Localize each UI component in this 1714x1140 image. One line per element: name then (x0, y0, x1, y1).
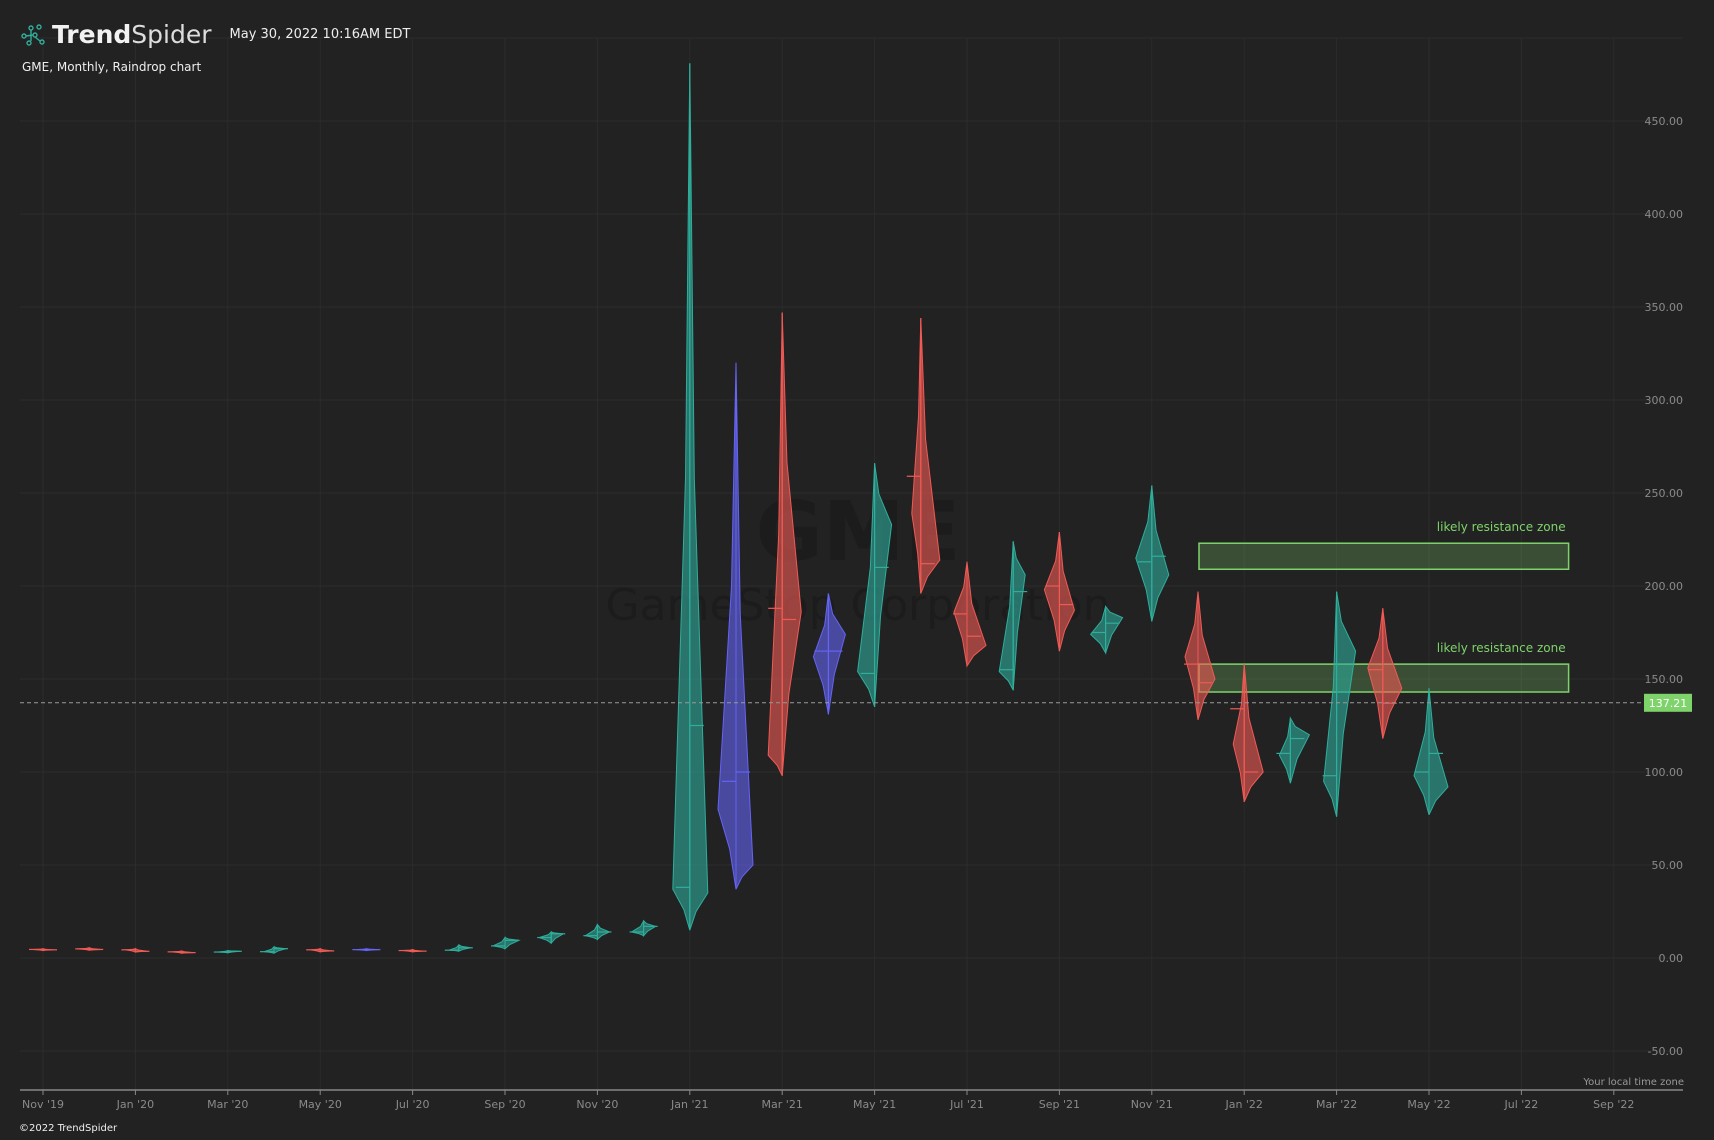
y-tick-label: 50.00 (1652, 859, 1684, 872)
y-tick-label: 150.00 (1645, 673, 1684, 686)
chart-subtitle: GME, Monthly, Raindrop chart (22, 60, 202, 74)
x-tick-label: Mar '20 (207, 1098, 248, 1111)
x-tick-label: Sep '22 (1593, 1098, 1634, 1111)
raindrop-left-half (1367, 608, 1384, 739)
raindrop-right-half (1336, 591, 1357, 817)
y-tick-label: 250.00 (1645, 487, 1684, 500)
x-tick-label: Mar '22 (1316, 1098, 1357, 1111)
trendspider-logo[interactable]: TrendSpider (20, 20, 212, 49)
x-tick-label: Jul '20 (395, 1098, 430, 1111)
raindrop-aug-20[interactable] (444, 943, 473, 952)
x-tick-label: Nov '21 (1131, 1098, 1173, 1111)
raindrop-nov-21[interactable] (1135, 485, 1170, 622)
timezone-note[interactable]: Your local time zone (1583, 1077, 1684, 1088)
raindrop-left-half (1323, 591, 1338, 817)
last-price-label: 137.21 (1649, 697, 1688, 710)
raindrops (29, 63, 1449, 954)
raindrop-right-half (1105, 604, 1124, 654)
raindrop-apr-22[interactable] (1367, 608, 1403, 739)
raindrop-right-half (920, 318, 941, 594)
raindrop-left-half (491, 935, 506, 950)
header: TrendSpider May 30, 2022 10:16AM EDT (20, 20, 410, 49)
raindrop-right-half (1289, 716, 1311, 784)
raindrop-dec-21[interactable] (1184, 591, 1216, 721)
raindrop-left-half (1135, 485, 1153, 622)
x-tick-label: Jan '20 (116, 1098, 154, 1111)
x-tick-label: Nov '19 (22, 1098, 64, 1111)
raindrop-nov-19[interactable] (29, 948, 57, 952)
y-tick-label: 100.00 (1645, 766, 1684, 779)
x-axis: Nov '19 Jan '20 Mar '20 May '20 Jul '20 Sep '… (20, 1089, 1683, 1111)
raindrop-right-half (1428, 688, 1449, 815)
y-tick-label: 400.00 (1645, 208, 1684, 221)
raindrop-jan-21[interactable] (672, 63, 709, 931)
spider-logo-icon (21, 23, 45, 46)
raindrop-oct-20[interactable] (537, 930, 566, 945)
x-tick-label: May '20 (299, 1098, 342, 1111)
raindrop-left-half (1043, 531, 1060, 652)
raindrop-jul-20[interactable] (398, 948, 427, 953)
x-tick-label: Sep '20 (484, 1098, 525, 1111)
y-tick-label: 350.00 (1645, 301, 1684, 314)
x-tick-label: May '22 (1407, 1098, 1450, 1111)
resistance-zone-label: likely resistance zone (1437, 520, 1566, 534)
raindrop-apr-20[interactable] (260, 945, 288, 954)
x-tick-label: May '21 (853, 1098, 896, 1111)
x-tick-label: Jul '22 (1504, 1098, 1539, 1111)
y-axis: -50.00 0.00 50.00 100.00 150.00 200.00 250.00 3… (1645, 115, 1684, 1058)
last-price-marker: 137.21 (20, 693, 1692, 712)
raindrop-feb-20[interactable] (167, 950, 196, 954)
x-tick-label: Mar '21 (762, 1098, 803, 1111)
resistance-zone-rect[interactable] (1198, 542, 1570, 571)
y-tick-label: 200.00 (1645, 580, 1684, 593)
resistance-zone[interactable]: likely resistance zone (1198, 520, 1570, 571)
raindrop-nov-20[interactable] (583, 923, 612, 941)
raindrop-may-22[interactable] (1413, 688, 1449, 815)
raindrop-jan-20[interactable] (121, 947, 150, 953)
y-tick-label: 300.00 (1645, 394, 1684, 407)
brand-bold: Trend (52, 20, 132, 49)
x-tick-label: Jan '21 (670, 1098, 708, 1111)
raindrop-left-half (1278, 717, 1291, 784)
y-tick-label: 0.00 (1659, 952, 1684, 965)
raindrop-left-half (1184, 591, 1199, 720)
raindrop-right-half (504, 936, 521, 950)
x-tick-label: Sep '21 (1039, 1098, 1080, 1111)
x-tick-label: Nov '20 (576, 1098, 618, 1111)
raindrop-jun-20[interactable] (352, 948, 381, 952)
x-tick-label: Jul '21 (949, 1098, 984, 1111)
raindrop-dec-19[interactable] (75, 947, 104, 951)
copyright: ©2022 TrendSpider (19, 1123, 118, 1134)
raindrop-left-half (1413, 688, 1430, 815)
raindrop-chart[interactable]: GME GameStop Corporation likely resistan… (0, 0, 1714, 1140)
raindrop-left-half (584, 924, 598, 941)
brand-light: Spider (131, 20, 212, 49)
raindrop-sep-20[interactable] (491, 935, 521, 950)
raindrop-mar-22[interactable] (1322, 591, 1357, 817)
raindrop-left-half (630, 920, 645, 937)
y-tick-label: 450.00 (1645, 115, 1684, 128)
raindrop-right-half (689, 63, 709, 931)
raindrop-left-half (672, 63, 691, 931)
y-tick-label: -50.00 (1648, 1045, 1683, 1058)
raindrop-feb-22[interactable] (1276, 716, 1311, 784)
raindrop-right-half (273, 946, 287, 954)
raindrop-right-half (1197, 591, 1216, 721)
raindrop-may-20[interactable] (306, 947, 335, 953)
timestamp: May 30, 2022 10:16AM EDT (229, 27, 411, 42)
raindrop-mar-20[interactable] (213, 949, 242, 954)
raindrop-dec-20[interactable] (629, 919, 658, 937)
raindrop-right-half (643, 919, 657, 937)
raindrop-right-half (1151, 485, 1170, 622)
x-tick-label: Jan '22 (1224, 1098, 1262, 1111)
resistance-zone-label: likely resistance zone (1437, 641, 1566, 655)
